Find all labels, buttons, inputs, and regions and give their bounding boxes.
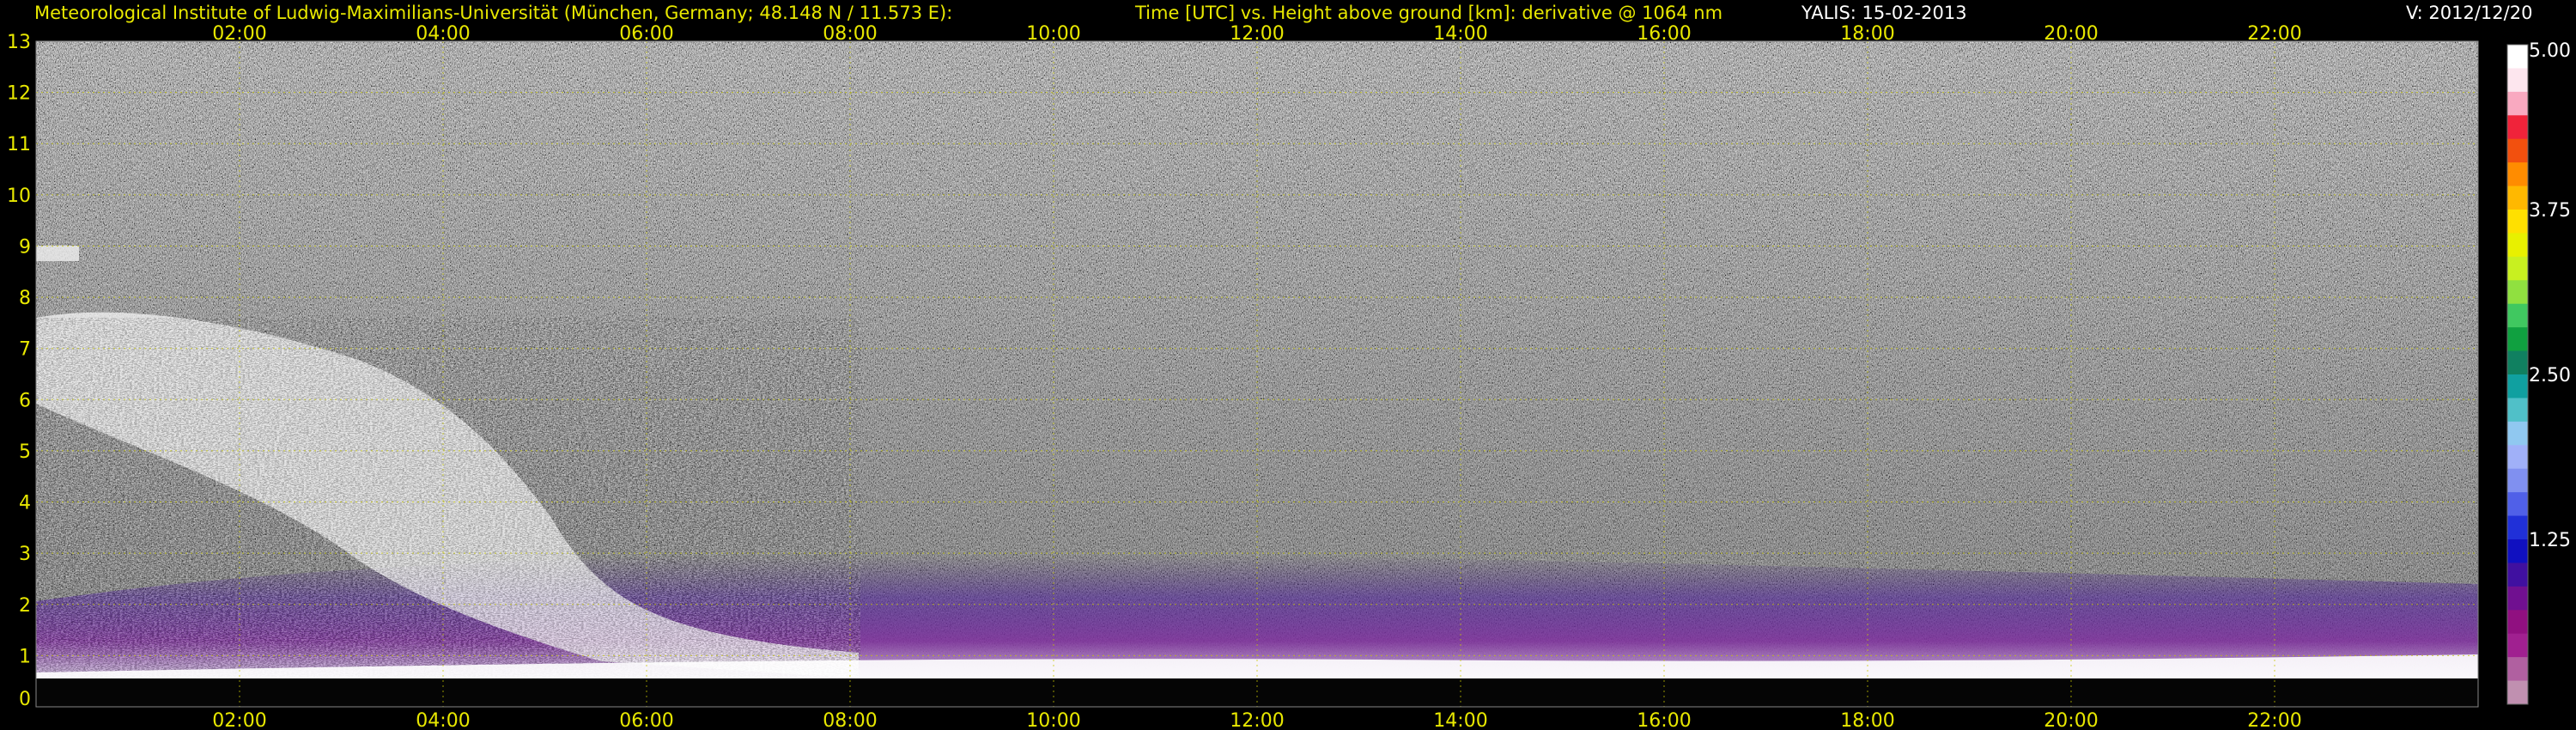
x-tick-label-bottom: 20:00: [2044, 710, 2098, 730]
colorbar-segment: [2507, 327, 2528, 352]
colorbar-segment: [2507, 256, 2528, 281]
colorbar-segment: [2507, 515, 2528, 540]
x-tick-label-bottom: 12:00: [1230, 710, 1284, 730]
x-tick-label-top: 02:00: [212, 23, 266, 45]
y-tick-label: 12: [7, 83, 31, 105]
colorbar-tick-label: 1.25: [2529, 530, 2571, 551]
y-tick-label: 0: [19, 689, 31, 710]
x-tick-label-bottom: 02:00: [212, 710, 266, 730]
layer-9km: [36, 246, 79, 261]
colorbar-segment: [2507, 233, 2528, 258]
colorbar-segment: [2507, 539, 2528, 563]
colorbar-segment: [2507, 398, 2528, 423]
x-tick-label-bottom: 06:00: [619, 710, 673, 730]
plot-area: [36, 41, 2478, 707]
y-tick-label: 3: [19, 544, 31, 565]
colorbar-segment: [2507, 680, 2528, 705]
colorbar-segment: [2507, 303, 2528, 328]
x-tick-label-top: 20:00: [2044, 23, 2098, 45]
x-axis-ticks-bottom: 02:00 04:00 06:00 08:00 10:00 12:00 14:00 16:00…: [212, 710, 2301, 730]
x-tick-label-bottom: 22:00: [2247, 710, 2301, 730]
colorbar-segment: [2507, 91, 2528, 116]
colorbar-segment: [2507, 210, 2528, 234]
colorbar-segment: [2507, 563, 2528, 587]
y-tick-label: 10: [7, 186, 31, 207]
colorbar-segment: [2507, 633, 2528, 658]
y-tick-label: 9: [19, 236, 31, 258]
y-tick-label: 2: [19, 595, 31, 617]
colorbar: [2506, 44, 2529, 705]
y-axis-ticks: 012345678910111213: [7, 32, 31, 710]
x-tick-label-bottom: 16:00: [1637, 710, 1691, 730]
y-tick-label: 7: [19, 339, 31, 361]
x-tick-label-top: 18:00: [1840, 23, 1894, 45]
y-tick-label: 6: [19, 390, 31, 411]
y-tick-label: 13: [7, 32, 31, 53]
x-tick-label-top: 10:00: [1026, 23, 1080, 45]
x-tick-label-top: 22:00: [2247, 23, 2301, 45]
colorbar-segment: [2507, 586, 2528, 611]
x-tick-label-top: 06:00: [619, 23, 673, 45]
x-tick-label-top: 04:00: [416, 23, 470, 45]
x-tick-label-top: 12:00: [1230, 23, 1284, 45]
colorbar-segment: [2507, 350, 2528, 375]
colorbar-tick-label: 2.50: [2529, 365, 2571, 386]
colorbar-segment: [2507, 610, 2528, 635]
x-tick-label-bottom: 08:00: [823, 710, 877, 730]
colorbar-segment: [2507, 445, 2528, 470]
lidar-heatmap: 012345678910111213 02:00 04:00 06:00 08:00 1…: [7, 23, 2571, 730]
x-tick-label-top: 14:00: [1433, 23, 1487, 45]
colorbar-segment: [2507, 115, 2528, 140]
colorbar-tick-label: 5.00: [2529, 40, 2571, 62]
colorbar-segment: [2507, 68, 2528, 93]
surface-band: [36, 678, 2478, 707]
colorbar-segment: [2507, 280, 2528, 305]
x-tick-label-bottom: 04:00: [416, 710, 470, 730]
colorbar-segment: [2507, 468, 2528, 493]
y-tick-label: 1: [19, 646, 31, 667]
colorbar-ticks: 1.25 2.50 3.75 5.00: [2529, 40, 2571, 551]
x-tick-label-top: 16:00: [1637, 23, 1691, 45]
x-tick-label-bottom: 10:00: [1026, 710, 1080, 730]
colorbar-segment: [2507, 657, 2528, 682]
y-tick-label: 4: [19, 493, 31, 514]
y-tick-label: 8: [19, 288, 31, 309]
colorbar-segment: [2507, 162, 2528, 187]
x-tick-label-bottom: 14:00: [1433, 710, 1487, 730]
x-tick-label-top: 08:00: [823, 23, 877, 45]
colorbar-segment: [2507, 45, 2528, 69]
y-tick-label: 11: [7, 134, 31, 155]
y-tick-label: 5: [19, 441, 31, 463]
colorbar-tick-label: 3.75: [2529, 200, 2571, 222]
colorbar-segment: [2507, 374, 2528, 398]
colorbar-segment: [2507, 492, 2528, 517]
x-tick-label-bottom: 18:00: [1840, 710, 1894, 730]
colorbar-segment: [2507, 186, 2528, 210]
colorbar-segment: [2507, 138, 2528, 163]
colorbar-segment: [2507, 421, 2528, 446]
